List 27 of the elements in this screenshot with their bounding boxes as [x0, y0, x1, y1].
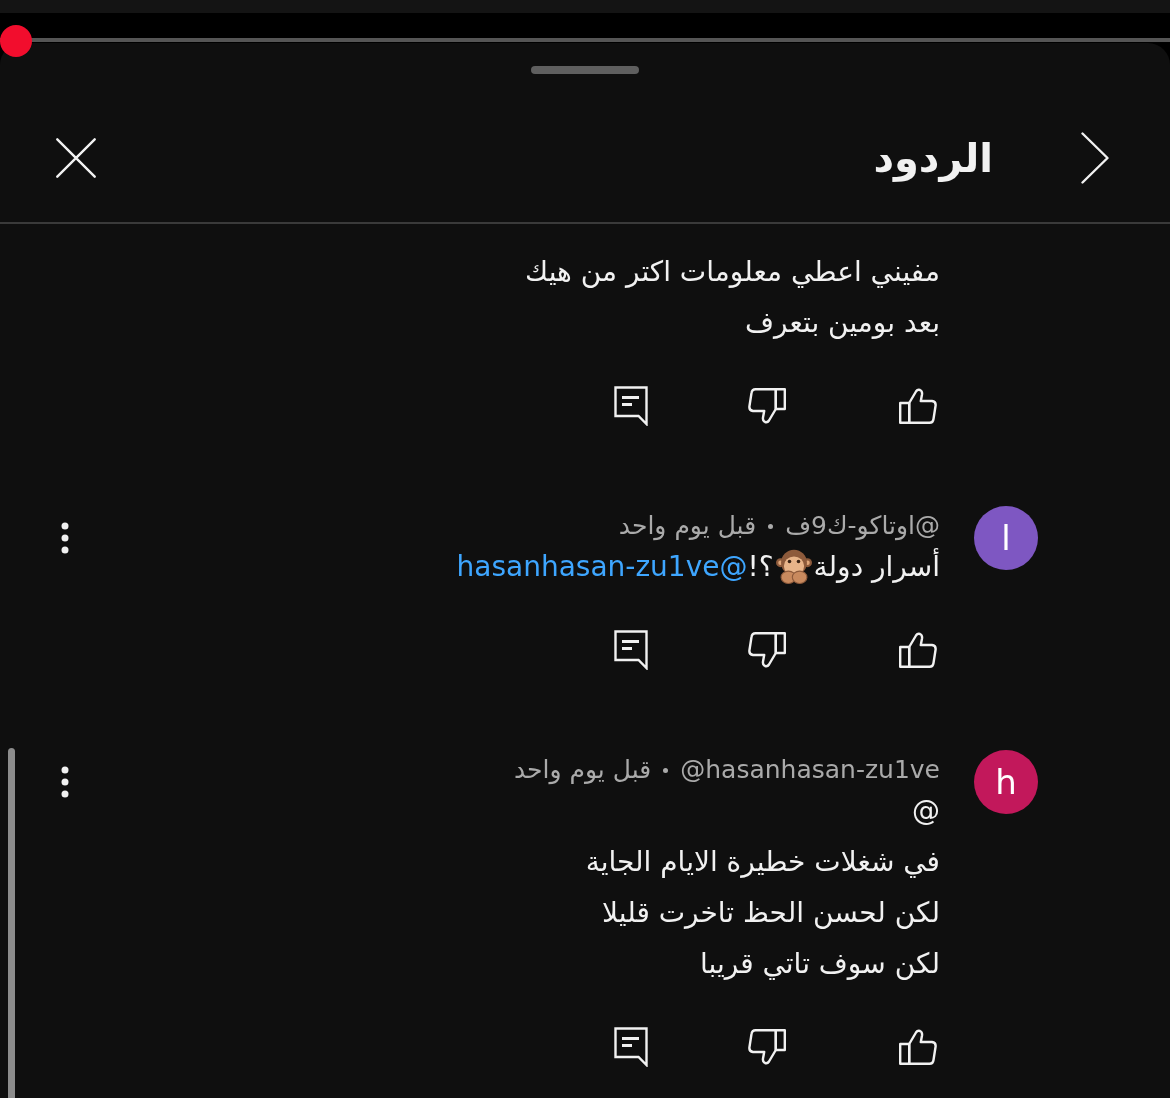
thumbs-up-icon [899, 1029, 937, 1065]
thumbs-down-icon [748, 1029, 786, 1065]
seek-bar[interactable] [0, 25, 1170, 57]
thumbs-down-icon [748, 632, 786, 668]
progress-thumb[interactable] [0, 25, 33, 57]
thumbs-down-icon [748, 388, 786, 424]
sheet-title: الردود [873, 134, 993, 184]
author-name[interactable]: @اوتاكو-ك9ف [785, 511, 940, 541]
monkey-icon [775, 548, 812, 584]
drag-handle[interactable] [531, 66, 639, 74]
close-icon [56, 138, 96, 178]
comment-text: @ في شغلات خطيرة الايام الجاية لكن لحسن الحظ تاخرت قليلا لكن سوف تاتي قريبا [585, 793, 940, 982]
comment-text: مفيني اعطي معلومات اكتر من هيك بعد بومين بتعرف [525, 254, 940, 341]
speech-bubble-icon [614, 386, 648, 426]
timestamp: قبل يوم واحد [618, 511, 757, 541]
chevron-right-icon [1081, 132, 1109, 184]
timestamp: قبل يوم واحد [513, 755, 652, 785]
vertical-dots-icon [61, 522, 69, 554]
thumbs-up-icon [899, 632, 937, 668]
thumbs-up-icon [899, 388, 937, 424]
avatar[interactable]: ا [974, 506, 1038, 570]
avatar[interactable]: h [974, 750, 1038, 814]
vertical-dots-icon [61, 766, 69, 798]
speech-bubble-icon [614, 1027, 648, 1067]
mention-link[interactable]: @hasanhasan-zu1ve [456, 550, 748, 583]
author-name[interactable]: @hasanhasan-zu1ve [680, 755, 940, 785]
speech-bubble-icon [614, 630, 648, 670]
